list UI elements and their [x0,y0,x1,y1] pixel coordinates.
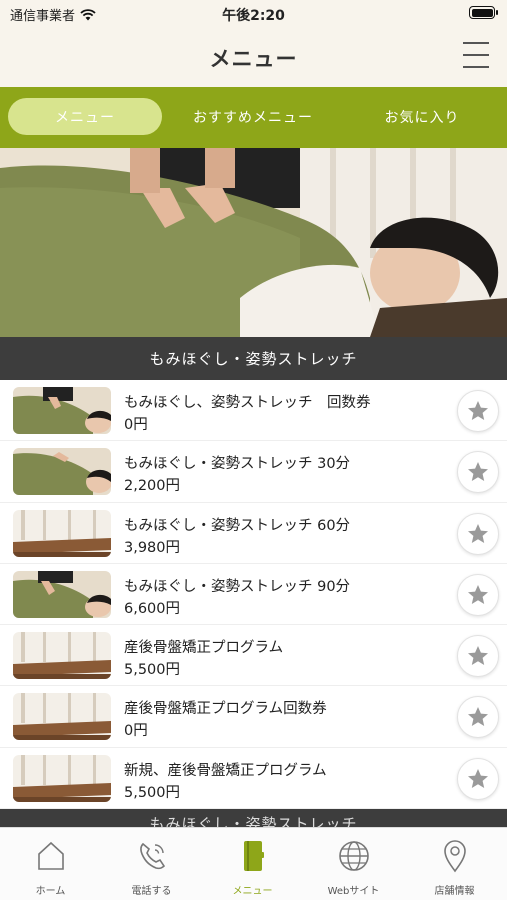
item-price: 0円 [124,723,148,740]
massage-photo [13,448,111,496]
star-icon [468,768,488,788]
nav-label: 店舗情報 [434,886,475,897]
nav-store-info[interactable]: 店舗情報 [404,828,505,900]
favorite-star-button[interactable] [457,573,499,616]
menu-list: もみほぐし、姿勢ストレッチ 回数券 0円 もみほぐし・姿勢ストレッチ 30分 2… [0,380,507,810]
item-name: 新規、産後骨盤矯正プログラム [124,762,327,779]
phone-icon [139,842,165,870]
tab-label: メニュー [55,109,115,126]
item-price: 3,980円 [124,539,181,556]
nav-phone[interactable]: 電話する [101,828,202,900]
nav-label: ホーム [35,886,66,897]
next-section-title: もみほぐし・姿勢ストレッチ [149,815,358,827]
item-price: 0円 [124,417,148,433]
room-photo [13,509,111,557]
item-name: もみほぐし・姿勢ストレッチ 60分 [124,517,351,534]
next-section-header: もみほぐし・姿勢ストレッチ [0,809,507,827]
item-name: 産後骨盤矯正プログラム [124,640,284,657]
favorite-star-button[interactable] [457,512,499,555]
nav-menu[interactable]: メニュー [202,828,303,900]
room-photo [13,632,111,680]
home-icon [37,841,64,870]
nav-website[interactable]: Webサイト [303,828,404,900]
tab-label: おすすめメニュー [193,109,313,126]
room-photo [13,754,111,802]
book-icon [243,841,264,871]
list-item[interactable]: 新規、産後骨盤矯正プログラム 5,500円 [0,748,507,810]
list-item[interactable]: もみほぐし・姿勢ストレッチ 90分 6,600円 [0,564,507,626]
list-item[interactable]: 産後骨盤矯正プログラム回数券 0円 [0,686,507,748]
nav-label: Webサイト [327,886,380,897]
favorite-star-button[interactable] [457,635,499,678]
star-icon [468,584,488,604]
hamburger-menu-icon[interactable] [463,42,489,68]
app-header: メニュー [0,26,507,87]
section-title: もみほぐし・姿勢ストレッチ [149,350,358,368]
item-price: 2,200円 [124,478,181,495]
favorite-star-button[interactable] [457,757,499,800]
star-icon [468,523,488,543]
tab-bar: メニュー おすすめメニュー お気に入り [0,87,507,148]
favorite-star-button[interactable] [457,696,499,739]
list-item[interactable]: もみほぐし、姿勢ストレッチ 回数券 0円 [0,380,507,442]
list-item[interactable]: もみほぐし・姿勢ストレッチ 60分 3,980円 [0,503,507,564]
star-icon [468,401,488,420]
item-name: 産後骨盤矯正プログラム回数券 [124,701,327,718]
favorite-star-button[interactable] [457,390,499,432]
star-icon [468,646,488,666]
section-header: もみほぐし・姿勢ストレッチ [0,337,507,380]
globe-icon [338,841,369,871]
nav-label: メニュー [232,886,273,897]
status-bar: 通信事業者 午後2:20 [0,0,507,26]
favorite-star-button[interactable] [457,451,499,494]
bottom-nav: ホーム 電話する メニュー Webサイト 店舗情報 [0,827,507,900]
page-title: メニュー [209,47,298,71]
massage-hero-illustration [0,148,507,337]
item-name: もみほぐし・姿勢ストレッチ 90分 [124,578,351,595]
star-icon [468,707,488,727]
nav-label: 電話する [131,886,172,897]
star-icon [468,462,488,482]
tab-menu[interactable]: メニュー [8,98,162,135]
nav-home[interactable]: ホーム [0,828,101,900]
hero-image [0,148,507,337]
item-name: もみほぐし、姿勢ストレッチ 回数券 [124,395,371,411]
item-price: 5,500円 [124,784,181,801]
list-item[interactable]: もみほぐし・姿勢ストレッチ 30分 2,200円 [0,441,507,503]
battery-icon [469,6,498,19]
tab-favorites[interactable]: お気に入り [345,98,499,135]
list-item[interactable]: 産後骨盤矯正プログラム 5,500円 [0,625,507,687]
massage-photo [13,387,111,434]
item-price: 5,500円 [124,662,181,679]
item-name: もみほぐし・姿勢ストレッチ 30分 [124,456,351,473]
room-photo [13,693,111,741]
tab-recommended[interactable]: おすすめメニュー [176,98,330,135]
massage-photo [13,570,111,618]
status-time: 午後2:20 [222,8,285,24]
tab-label: お気に入り [384,109,460,126]
item-price: 6,600円 [124,600,181,617]
location-pin-icon [443,840,466,873]
